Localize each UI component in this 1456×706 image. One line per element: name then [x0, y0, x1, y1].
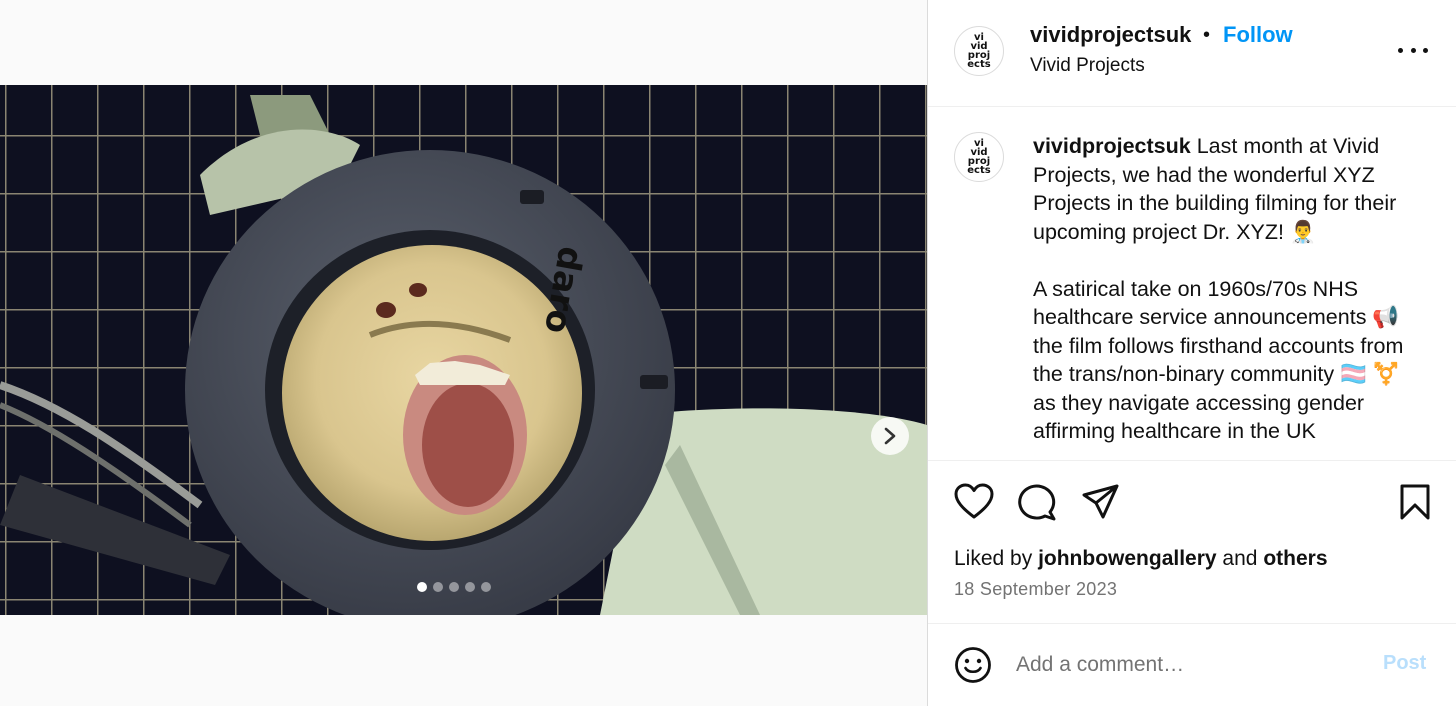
caption-text: Last month at Vivid Projects, we had the… [1033, 134, 1404, 443]
likes-prefix: Liked by [954, 547, 1039, 570]
username-link[interactable]: vividprojectsuk [1030, 22, 1191, 48]
post-header: vi vid proj ects vividprojectsuk • Follo… [928, 0, 1456, 107]
media-pane: daro [0, 0, 927, 706]
post-image[interactable]: daro [0, 85, 927, 615]
caption-username[interactable]: vividprojectsuk [1033, 134, 1191, 158]
follow-button[interactable]: Follow [1223, 22, 1293, 48]
post-side-panel: vi vid proj ects vividprojectsuk • Follo… [927, 0, 1456, 706]
carousel-dot-5 [481, 582, 491, 592]
liker-username[interactable]: johnbowengallery [1038, 547, 1217, 570]
avatar-text: ects [967, 165, 991, 176]
post-comment-button[interactable]: Post [1383, 652, 1426, 675]
avatar[interactable]: vi vid proj ects [954, 26, 1004, 76]
carousel-indicator [417, 582, 491, 592]
likes-summary: Liked by johnbowengallery and others [954, 547, 1328, 571]
next-slide-button[interactable] [871, 417, 909, 455]
likes-others-link[interactable]: others [1263, 547, 1327, 570]
heart-icon[interactable] [954, 483, 994, 521]
smiley-icon[interactable] [954, 646, 992, 684]
post-photo: daro [0, 85, 927, 615]
post-caption: vividprojectsuk Last month at Vivid Proj… [1033, 132, 1413, 446]
carousel-dot-4 [465, 582, 475, 592]
comment-input[interactable] [1016, 648, 1356, 682]
comment-bar: Post [928, 624, 1456, 706]
comment-icon[interactable] [1017, 483, 1057, 521]
more-options-icon[interactable] [1398, 38, 1428, 62]
share-icon[interactable] [1081, 483, 1121, 521]
carousel-dot-3 [449, 582, 459, 592]
separator-dot: • [1203, 24, 1211, 46]
likes-and: and [1216, 547, 1264, 570]
avatar[interactable]: vi vid proj ects [954, 132, 1004, 182]
avatar-text: ects [967, 59, 991, 70]
caption-section[interactable]: vi vid proj ects vividprojectsuk Last mo… [928, 108, 1456, 460]
bookmark-icon[interactable] [1398, 483, 1432, 521]
chevron-right-icon [884, 427, 896, 445]
post-date[interactable]: 18 September 2023 [954, 579, 1117, 600]
carousel-dot-2 [433, 582, 443, 592]
account-subtitle: Vivid Projects [1030, 55, 1145, 76]
post-actions: Liked by johnbowengallery and others 18 … [928, 460, 1456, 624]
carousel-dot-1 [417, 582, 427, 592]
